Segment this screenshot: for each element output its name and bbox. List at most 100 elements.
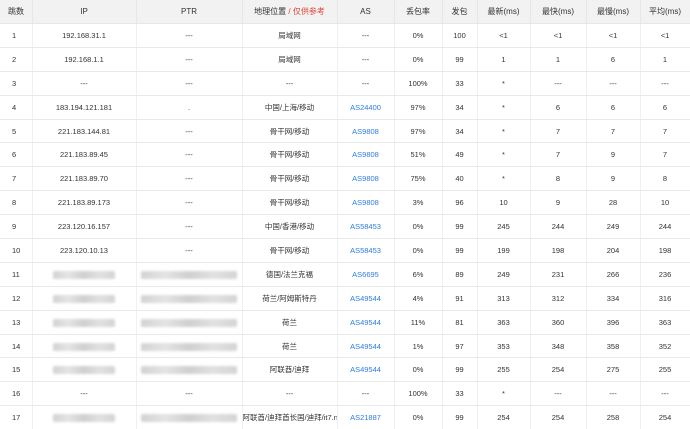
cell-sent: 40 [442,167,477,191]
cell-best: 244 [530,215,586,239]
cell-geo: 骨干网/移动 [242,191,337,215]
cell-best: 231 [530,262,586,286]
as-link[interactable]: AS49544 [350,294,381,303]
cell-geo: 骨干网/移动 [242,119,337,143]
cell-avg: --- [640,71,690,95]
cell-avg: --- [640,382,690,406]
cell-last: * [477,382,530,406]
cell-avg: <1 [640,24,690,48]
col-header-geo-separator: / [286,7,293,16]
cell-best: 9 [530,191,586,215]
cell-as: AS6695 [337,262,394,286]
cell-avg: 352 [640,334,690,358]
cell-geo: --- [242,382,337,406]
cell-worst: 275 [586,358,640,382]
cell-last: 1 [477,47,530,71]
cell-ip: 221.183.89.173 [32,191,136,215]
table-row: 10223.120.10.13---骨干网/移动AS584530%9919919… [0,239,690,263]
redacted-ptr [141,271,237,279]
cell-sent: 97 [442,334,477,358]
cell-geo: 中国/香港/移动 [242,215,337,239]
cell-best: 254 [530,358,586,382]
redacted-ip [53,343,115,351]
cell-as: AS49544 [337,334,394,358]
cell-avg: 198 [640,239,690,263]
cell-hop: 9 [0,215,32,239]
cell-hop: 4 [0,95,32,119]
cell-last: <1 [477,24,530,48]
cell-best: 6 [530,95,586,119]
cell-loss: 97% [394,95,442,119]
cell-best: 360 [530,310,586,334]
cell-worst: 334 [586,286,640,310]
cell-last: 255 [477,358,530,382]
cell-as: AS9808 [337,167,394,191]
cell-ptr [136,358,242,382]
cell-worst: 358 [586,334,640,358]
col-header-as: AS [337,0,394,24]
cell-geo: 骨干网/移动 [242,143,337,167]
as-link[interactable]: AS49544 [350,342,381,351]
table-row: 15阿联酋/迪拜AS495440%99255254275255 [0,358,690,382]
cell-best: 1 [530,47,586,71]
cell-as: AS21887 [337,406,394,429]
cell-best: 198 [530,239,586,263]
cell-as: AS49544 [337,310,394,334]
cell-geo: --- [242,71,337,95]
as-link[interactable]: AS49544 [350,365,381,374]
cell-worst: 396 [586,310,640,334]
redacted-ip [53,295,115,303]
cell-worst: 9 [586,143,640,167]
cell-worst: 266 [586,262,640,286]
cell-ip: 223.120.16.157 [32,215,136,239]
cell-hop: 8 [0,191,32,215]
as-link[interactable]: AS9808 [352,198,379,207]
cell-sent: 91 [442,286,477,310]
cell-last: * [477,167,530,191]
cell-loss: 0% [394,358,442,382]
cell-avg: 254 [640,406,690,429]
redacted-ip [53,271,115,279]
cell-ip: 221.183.89.70 [32,167,136,191]
cell-geo: 骨干网/移动 [242,239,337,263]
cell-last: * [477,143,530,167]
as-link[interactable]: AS9808 [352,174,379,183]
cell-loss: 0% [394,406,442,429]
cell-worst: --- [586,382,640,406]
cell-geo: 荷兰 [242,310,337,334]
cell-avg: 6 [640,95,690,119]
cell-avg: 244 [640,215,690,239]
cell-hop: 17 [0,406,32,429]
cell-as: AS24400 [337,95,394,119]
cell-best: <1 [530,24,586,48]
as-link[interactable]: AS58453 [350,222,381,231]
as-link[interactable]: AS24400 [350,103,381,112]
as-link[interactable]: AS49544 [350,318,381,327]
col-header-geo: 地理位置 / 仅供参考 [242,0,337,24]
cell-as: AS9808 [337,191,394,215]
as-link[interactable]: AS9808 [352,127,379,136]
cell-avg: 7 [640,119,690,143]
col-header-worst: 最慢(ms) [586,0,640,24]
cell-ip [32,406,136,429]
as-link[interactable]: AS6695 [352,270,379,279]
cell-worst: 6 [586,95,640,119]
table-row: 7221.183.89.70---骨干网/移动AS980875%40*898 [0,167,690,191]
cell-hop: 11 [0,262,32,286]
cell-ptr: --- [136,47,242,71]
cell-best: 312 [530,286,586,310]
as-link[interactable]: AS58453 [350,246,381,255]
cell-best: 254 [530,406,586,429]
cell-hop: 5 [0,119,32,143]
redacted-ip [53,366,115,374]
redacted-ip [53,414,115,422]
redacted-ptr [141,366,237,374]
cell-ptr [136,310,242,334]
cell-ip: 221.183.89.45 [32,143,136,167]
redacted-ptr [141,414,237,422]
as-link[interactable]: AS9808 [352,150,379,159]
cell-sent: 99 [442,215,477,239]
cell-loss: 6% [394,262,442,286]
cell-as: --- [337,24,394,48]
cell-hop: 10 [0,239,32,263]
